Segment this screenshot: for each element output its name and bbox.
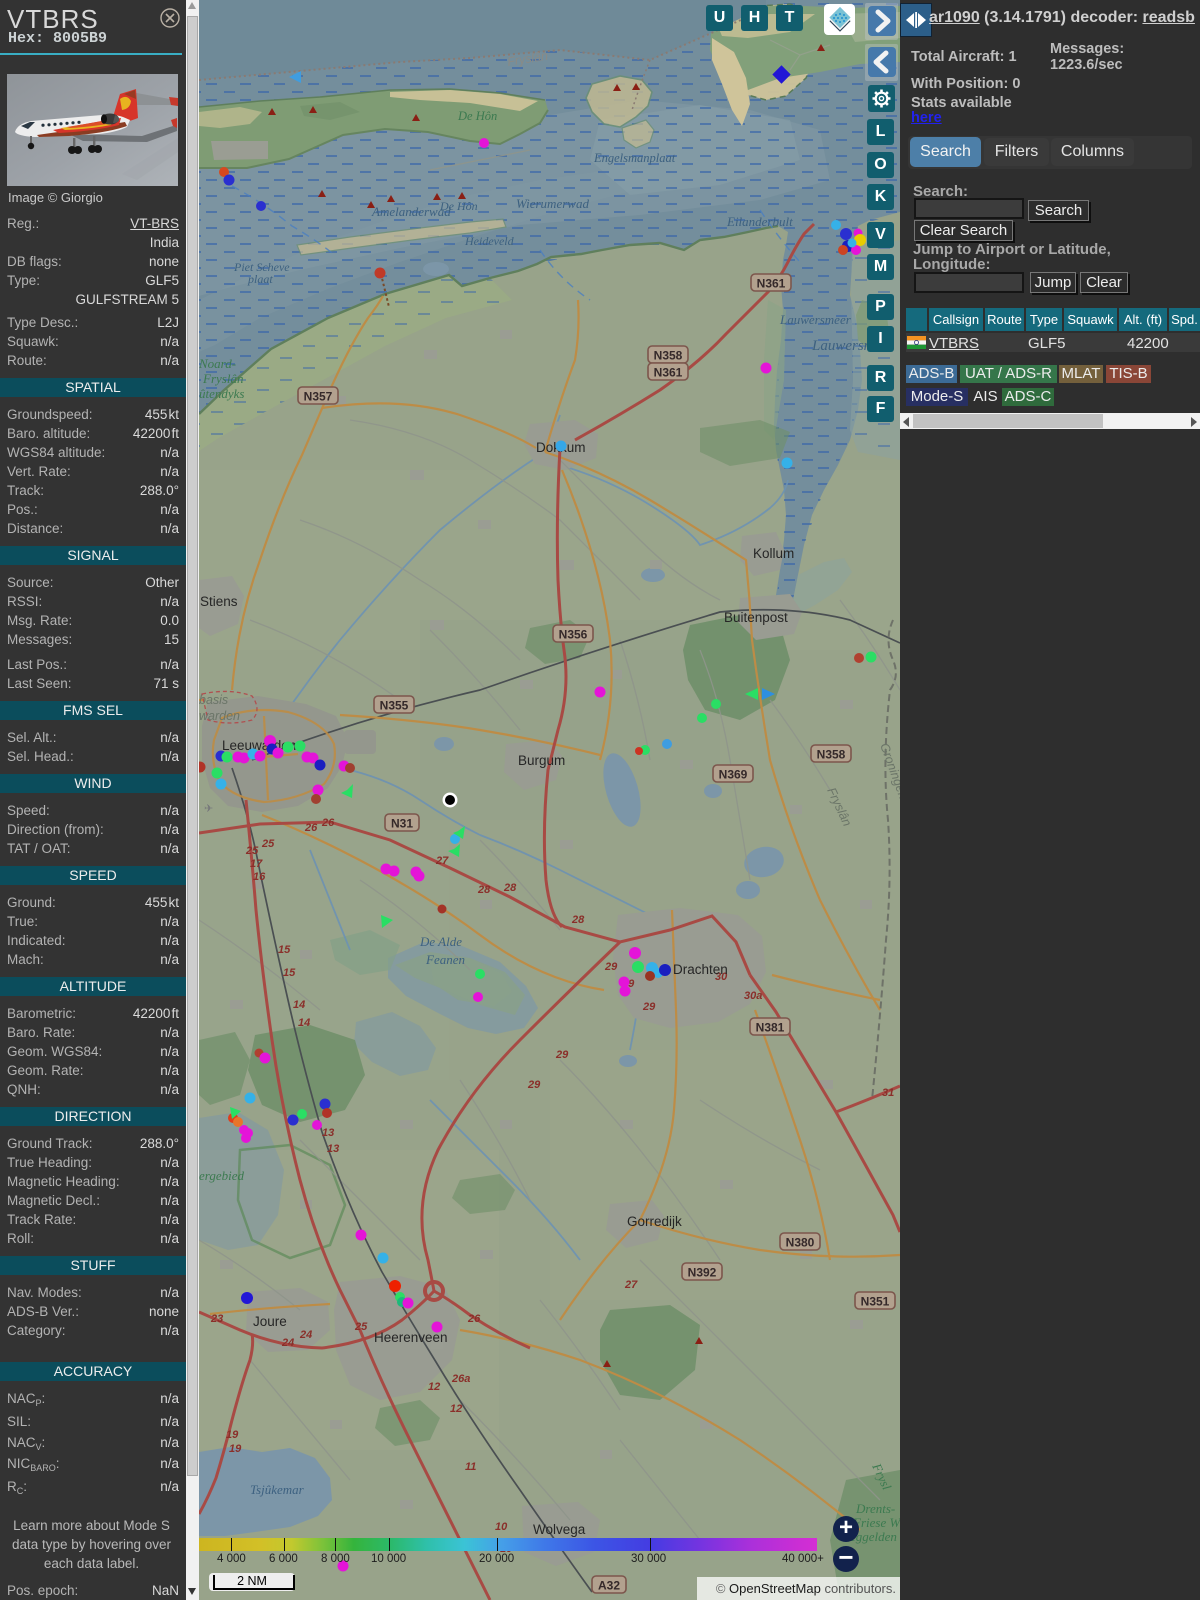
svg-text:19: 19 bbox=[226, 1429, 239, 1441]
svg-text:28: 28 bbox=[503, 882, 517, 894]
svg-text:29: 29 bbox=[604, 961, 618, 973]
svg-text:25: 25 bbox=[354, 1321, 368, 1333]
svg-text:Engelsmanplaat: Engelsmanplaat bbox=[593, 151, 676, 165]
svg-text:Buitenpost: Buitenpost bbox=[724, 610, 788, 625]
svg-text:27: 27 bbox=[624, 1279, 638, 1291]
svg-text:15: 15 bbox=[283, 967, 296, 979]
svg-text:Burgum: Burgum bbox=[518, 753, 565, 768]
svg-text:plaat: plaat bbox=[247, 272, 273, 286]
svg-text:26: 26 bbox=[467, 1313, 481, 1325]
svg-text:warden: warden bbox=[199, 709, 240, 723]
svg-text:Gorredijk: Gorredijk bbox=[627, 1214, 682, 1229]
svg-text:26: 26 bbox=[321, 817, 335, 829]
svg-text:N380: N380 bbox=[786, 1236, 815, 1250]
svg-text:12: 12 bbox=[450, 1403, 462, 1415]
svg-text:Eilanderbult: Eilanderbult bbox=[726, 214, 793, 229]
svg-text:Lauwersmeer: Lauwersmeer bbox=[779, 312, 852, 327]
svg-text:N31: N31 bbox=[391, 817, 413, 831]
svg-text:N358: N358 bbox=[654, 349, 683, 363]
svg-text:27: 27 bbox=[435, 855, 449, 867]
svg-text:Feanen: Feanen bbox=[425, 952, 465, 967]
svg-text:A32: A32 bbox=[598, 1579, 620, 1593]
svg-text:N361: N361 bbox=[654, 366, 683, 380]
svg-text:28: 28 bbox=[477, 884, 491, 896]
svg-text:ergebied: ergebied bbox=[199, 1168, 244, 1183]
svg-text:25: 25 bbox=[261, 838, 275, 850]
svg-text:N357: N357 bbox=[304, 390, 333, 404]
svg-text:Wolvega: Wolvega bbox=[533, 1522, 586, 1537]
svg-text:29: 29 bbox=[527, 1079, 541, 1091]
svg-text:Heideveld: Heideveld bbox=[464, 234, 515, 248]
svg-text:26a: 26a bbox=[451, 1373, 470, 1385]
svg-text:11: 11 bbox=[465, 1461, 476, 1473]
svg-text:N369: N369 bbox=[719, 768, 748, 782]
svg-text:Fryslân: Fryslân bbox=[202, 371, 243, 386]
svg-text:N361: N361 bbox=[757, 277, 786, 291]
svg-text:13: 13 bbox=[322, 1127, 334, 1139]
svg-text:25: 25 bbox=[245, 845, 259, 857]
svg-text:24: 24 bbox=[281, 1337, 294, 1349]
svg-text:✈: ✈ bbox=[204, 803, 213, 815]
svg-text:29: 29 bbox=[642, 1001, 656, 1013]
svg-text:Drachten: Drachten bbox=[673, 962, 728, 977]
svg-text:De Alde: De Alde bbox=[419, 934, 462, 949]
svg-text:28: 28 bbox=[571, 914, 585, 926]
svg-text:De Hôn: De Hôn bbox=[457, 109, 497, 123]
svg-text:N381: N381 bbox=[756, 1021, 785, 1035]
svg-text:N392: N392 bbox=[688, 1266, 717, 1280]
svg-text:ûtendyks: ûtendyks bbox=[199, 386, 244, 401]
svg-text:basis: basis bbox=[199, 693, 228, 707]
svg-text:19: 19 bbox=[229, 1443, 242, 1455]
svg-text:Noard-: Noard- bbox=[199, 356, 236, 371]
svg-text:Lauwersm: Lauwersm bbox=[811, 338, 875, 354]
svg-text:16: 16 bbox=[253, 871, 266, 883]
svg-text:Tsjûkemar: Tsjûkemar bbox=[250, 1482, 305, 1497]
svg-text:31: 31 bbox=[882, 1087, 894, 1099]
svg-text:17: 17 bbox=[250, 858, 263, 870]
svg-text:12: 12 bbox=[428, 1381, 440, 1393]
svg-text:N356: N356 bbox=[559, 628, 588, 642]
svg-text:Drents-: Drents- bbox=[855, 1501, 895, 1516]
svg-text:14: 14 bbox=[298, 1017, 310, 1029]
svg-text:23: 23 bbox=[210, 1313, 223, 1325]
svg-text:14: 14 bbox=[293, 999, 305, 1011]
svg-text:N355: N355 bbox=[380, 699, 409, 713]
svg-text:13: 13 bbox=[327, 1143, 339, 1155]
svg-text:Amelanderwad: Amelanderwad bbox=[371, 204, 451, 219]
svg-text:N358: N358 bbox=[817, 748, 846, 762]
svg-text:29: 29 bbox=[555, 1049, 569, 1061]
svg-text:30a: 30a bbox=[744, 990, 762, 1002]
svg-text:Wierumerwad: Wierumerwad bbox=[516, 196, 589, 211]
svg-text:26: 26 bbox=[304, 822, 318, 834]
svg-text:Joure: Joure bbox=[253, 1314, 287, 1329]
svg-text:Kollum: Kollum bbox=[753, 546, 794, 561]
svg-text:Stiens: Stiens bbox=[200, 594, 238, 609]
svg-text:10: 10 bbox=[495, 1521, 508, 1533]
svg-text:N351: N351 bbox=[861, 1295, 890, 1309]
svg-text:24: 24 bbox=[299, 1329, 312, 1341]
svg-text:Friese W: Friese W bbox=[852, 1515, 900, 1530]
svg-text:15: 15 bbox=[278, 944, 291, 956]
